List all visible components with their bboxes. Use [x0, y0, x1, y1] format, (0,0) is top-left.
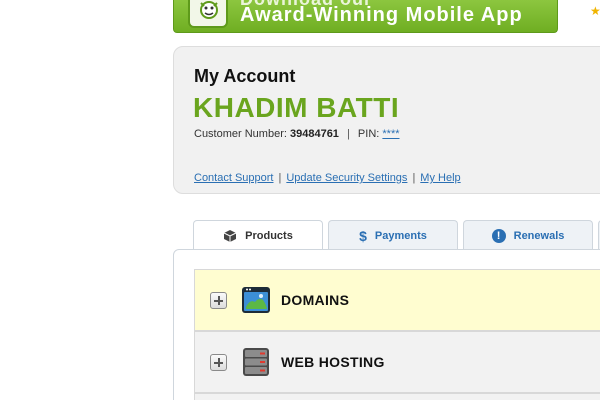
account-page: Download our Award-Winning Mobile App ★ …	[0, 0, 600, 400]
tab-renewals[interactable]: ! Renewals	[463, 220, 593, 250]
box-icon	[223, 229, 237, 243]
contact-support-link[interactable]: Contact Support	[194, 172, 274, 184]
banner-text: Award-Winning Mobile App	[240, 4, 523, 26]
server-icon	[241, 347, 271, 377]
separator: |	[412, 172, 416, 184]
my-help-link[interactable]: My Help	[420, 172, 460, 184]
dollar-icon: $	[359, 227, 367, 244]
customer-info: Customer Number: 39484761 | PIN: ****	[194, 128, 400, 140]
expand-icon[interactable]	[210, 353, 227, 371]
expand-icon[interactable]	[210, 291, 227, 309]
tab-label: Payments	[374, 229, 427, 242]
go-daddy-mascot-icon	[188, 0, 228, 28]
product-row-web-hosting[interactable]: WEB HOSTING	[194, 331, 600, 393]
page-title: My Account	[194, 66, 296, 86]
tab-products[interactable]: Products	[193, 220, 323, 251]
product-row-next	[194, 393, 600, 400]
product-label: DOMAINS	[281, 292, 350, 308]
separator: |	[347, 128, 350, 140]
tab-label: Renewals	[513, 229, 565, 242]
pin-link[interactable]: ****	[382, 128, 399, 140]
product-label: WEB HOSTING	[281, 354, 385, 370]
alert-icon: !	[491, 228, 506, 243]
tab-payments[interactable]: $ Payments	[328, 220, 458, 250]
account-links: Contact Support | Update Security Settings…	[194, 172, 461, 184]
star-icon: ★	[590, 4, 600, 18]
account-summary: My Account KHADIM BATTI Customer Number:…	[173, 46, 600, 194]
separator: |	[278, 172, 282, 184]
customer-number: 39484761	[289, 128, 339, 140]
account-tabs: Products $ Payments ! Renewals	[193, 220, 600, 251]
customer-number-label: Customer Number:	[194, 128, 287, 140]
product-row-domains[interactable]: DOMAINS	[194, 269, 600, 331]
globe-icon	[241, 285, 271, 315]
pin-label: PIN:	[357, 128, 380, 140]
customer-name: KHADIM BATTI	[193, 92, 400, 123]
update-security-settings-link[interactable]: Update Security Settings	[286, 172, 407, 184]
mobile-app-banner[interactable]: Download our Award-Winning Mobile App	[173, 0, 558, 33]
tab-label: Products	[245, 230, 293, 242]
